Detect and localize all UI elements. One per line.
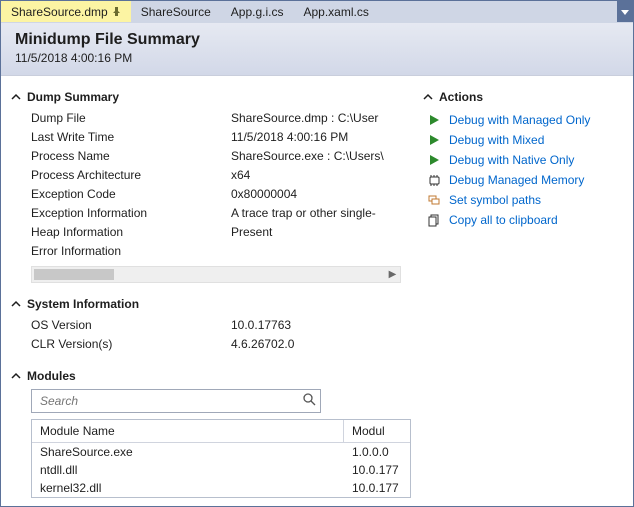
paths-icon: [427, 193, 441, 207]
kv-key: Process Architecture: [31, 167, 231, 184]
kv-key: Dump File: [31, 110, 231, 127]
column-header-module-name[interactable]: Module Name: [32, 420, 344, 442]
memory-icon: [427, 173, 441, 187]
column-header-module-version[interactable]: Modul: [344, 420, 410, 442]
module-search-input[interactable]: [38, 393, 303, 409]
kv-value: 11/5/2018 4:00:16 PM: [231, 129, 423, 146]
cell-module-version: 1.0.0.0: [352, 445, 402, 459]
action-label: Debug with Mixed: [449, 133, 544, 147]
table-row[interactable]: ntdll.dll10.0.177: [32, 461, 410, 479]
play-icon: [427, 153, 441, 167]
action-label: Debug Managed Memory: [449, 173, 584, 187]
kv-value: 4.6.26702.0: [231, 336, 423, 353]
tab-label: App.g.i.cs: [231, 5, 284, 19]
page-title: Minidump File Summary: [15, 31, 619, 49]
section-heading: System Information: [27, 297, 139, 311]
tab-app-xaml-cs[interactable]: App.xaml.cs: [293, 1, 378, 22]
kv-key: Last Write Time: [31, 129, 231, 146]
modules-table-header: Module Name Modul: [32, 420, 410, 443]
copy-icon: [427, 213, 441, 227]
action-copy-all-to-clipboard[interactable]: Copy all to clipboard: [427, 210, 623, 230]
kv-row: Dump FileShareSource.dmp : C:\User: [11, 110, 423, 129]
kv-row: Heap InformationPresent: [11, 224, 423, 243]
kv-value: ShareSource.exe : C:\Users\: [231, 148, 423, 165]
action-label: Copy all to clipboard: [449, 213, 558, 227]
cell-module-name: ntdll.dll: [40, 463, 352, 477]
table-row[interactable]: kernel32.dll10.0.177: [32, 479, 410, 497]
kv-row: Error Information: [11, 243, 423, 262]
kv-value: A trace trap or other single-: [231, 205, 423, 222]
chevron-up-icon: [11, 371, 21, 381]
cell-module-version: 10.0.177: [352, 463, 402, 477]
section-heading: Actions: [439, 90, 483, 104]
pin-icon[interactable]: [112, 7, 121, 16]
section-toggle-modules[interactable]: Modules: [11, 365, 423, 389]
kv-key: Exception Information: [31, 205, 231, 222]
kv-key: OS Version: [31, 317, 231, 334]
play-icon: [427, 113, 441, 127]
page-timestamp: 11/5/2018 4:00:16 PM: [15, 51, 619, 65]
cell-module-version: 10.0.177: [352, 481, 402, 495]
action-debug-with-mixed[interactable]: Debug with Mixed: [427, 130, 623, 150]
modules-table: Module Name Modul ShareSource.exe1.0.0.0…: [31, 419, 411, 498]
section-heading: Dump Summary: [27, 90, 119, 104]
tab-overflow-dropdown[interactable]: [617, 1, 633, 22]
kv-value: Present: [231, 224, 423, 241]
kv-key: Exception Code: [31, 186, 231, 203]
cell-module-name: ShareSource.exe: [40, 445, 352, 459]
action-debug-with-native-only[interactable]: Debug with Native Only: [427, 150, 623, 170]
kv-row: Process NameShareSource.exe : C:\Users\: [11, 148, 423, 167]
tab-sharesource[interactable]: ShareSource: [131, 1, 221, 22]
kv-key: Error Information: [31, 243, 231, 260]
kv-value: ShareSource.dmp : C:\User: [231, 110, 423, 127]
summary-header: Minidump File Summary 11/5/2018 4:00:16 …: [1, 23, 633, 76]
dump-summary-hscrollbar[interactable]: ▶: [31, 266, 401, 283]
action-debug-with-managed-only[interactable]: Debug with Managed Only: [427, 110, 623, 130]
search-icon[interactable]: [303, 393, 316, 409]
tab-app-g-i-cs[interactable]: App.g.i.cs: [221, 1, 294, 22]
cell-module-name: kernel32.dll: [40, 481, 352, 495]
kv-row: OS Version10.0.17763: [11, 317, 423, 336]
kv-row: Process Architecturex64: [11, 167, 423, 186]
kv-value: 0x80000004: [231, 186, 423, 203]
chevron-up-icon: [11, 92, 21, 102]
kv-row: Last Write Time11/5/2018 4:00:16 PM: [11, 129, 423, 148]
action-set-symbol-paths[interactable]: Set symbol paths: [427, 190, 623, 210]
section-toggle-system-information[interactable]: System Information: [11, 293, 423, 317]
kv-key: Heap Information: [31, 224, 231, 241]
tab-sharesource-dmp[interactable]: ShareSource.dmp: [1, 1, 131, 22]
chevron-up-icon: [11, 299, 21, 309]
right-column: Actions Debug with Managed Only Debug wit…: [423, 76, 633, 506]
summary-body: Dump Summary Dump FileShareSource.dmp : …: [1, 76, 633, 506]
scrollbar-right-arrow-icon[interactable]: ▶: [387, 269, 398, 280]
module-search[interactable]: [31, 389, 321, 413]
vs-minidump-window: ShareSource.dmp ShareSource App.g.i.cs A…: [0, 0, 634, 507]
action-debug-managed-memory[interactable]: Debug Managed Memory: [427, 170, 623, 190]
action-label: Set symbol paths: [449, 193, 541, 207]
kv-row: CLR Version(s)4.6.26702.0: [11, 336, 423, 355]
kv-row: Exception Code0x80000004: [11, 186, 423, 205]
table-row[interactable]: ShareSource.exe1.0.0.0: [32, 443, 410, 461]
scrollbar-thumb[interactable]: [34, 269, 114, 280]
document-tabstrip: ShareSource.dmp ShareSource App.g.i.cs A…: [1, 1, 633, 23]
kv-value: [231, 243, 423, 260]
action-label: Debug with Managed Only: [449, 113, 590, 127]
section-toggle-actions[interactable]: Actions: [423, 86, 623, 110]
kv-key: Process Name: [31, 148, 231, 165]
kv-key: CLR Version(s): [31, 336, 231, 353]
kv-value: 10.0.17763: [231, 317, 423, 334]
play-icon: [427, 133, 441, 147]
kv-row: Exception InformationA trace trap or oth…: [11, 205, 423, 224]
kv-value: x64: [231, 167, 423, 184]
modules-block: Module Name Modul ShareSource.exe1.0.0.0…: [11, 389, 423, 498]
chevron-up-icon: [423, 92, 433, 102]
tab-label: ShareSource: [141, 5, 211, 19]
tabstrip-spacer: [379, 1, 617, 22]
tab-label: App.xaml.cs: [303, 5, 368, 19]
action-label: Debug with Native Only: [449, 153, 574, 167]
section-heading: Modules: [27, 369, 76, 383]
left-column: Dump Summary Dump FileShareSource.dmp : …: [1, 76, 423, 506]
section-toggle-dump-summary[interactable]: Dump Summary: [11, 86, 423, 110]
tab-label: ShareSource.dmp: [11, 5, 108, 19]
